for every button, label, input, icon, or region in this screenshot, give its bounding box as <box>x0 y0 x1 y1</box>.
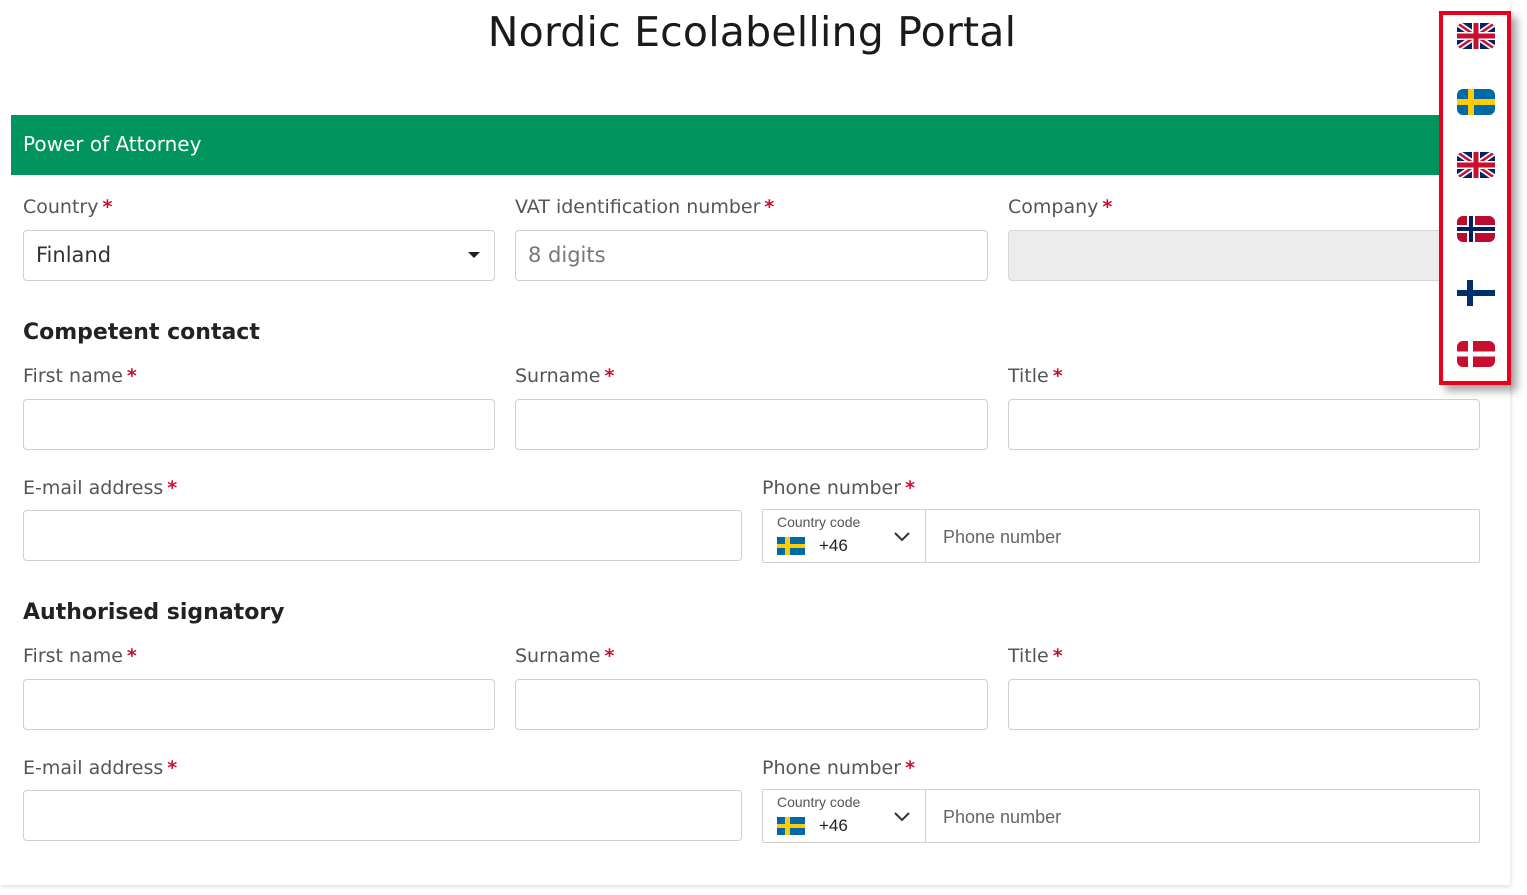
as-email-label: E-mail address * <box>23 757 178 779</box>
country-code-value: +46 <box>819 816 848 835</box>
uk-flag-icon <box>1457 23 1495 49</box>
cc-title-label: Title * <box>1008 365 1063 387</box>
language-finnish-button[interactable] <box>1457 280 1495 306</box>
competent-contact-heading: Competent contact <box>23 320 260 345</box>
as-title-label: Title * <box>1008 645 1063 667</box>
cc-phone-label: Phone number * <box>762 477 915 499</box>
country-select-value: Finland <box>36 243 112 267</box>
cc-email-label: E-mail address * <box>23 477 178 499</box>
as-surname-input[interactable] <box>515 679 988 730</box>
cc-first-name-label: First name * <box>23 365 137 387</box>
country-select[interactable]: Finland <box>23 230 495 281</box>
chevron-down-icon <box>894 812 910 822</box>
as-first-name-input[interactable] <box>23 679 495 730</box>
cc-phone-input[interactable]: Phone number <box>943 527 1061 548</box>
page-title: Nordic Ecolabelling Portal <box>487 8 1017 56</box>
as-title-input[interactable] <box>1008 679 1480 730</box>
as-surname-label: Surname * <box>515 645 615 667</box>
language-english-button-2[interactable] <box>1457 152 1495 178</box>
country-code-label: Country code <box>777 794 861 810</box>
sweden-flag-icon <box>777 817 805 835</box>
cc-first-name-input[interactable] <box>23 399 495 450</box>
country-label: Country * <box>23 196 113 218</box>
norway-flag-icon <box>1457 216 1495 242</box>
country-code-value: +46 <box>819 536 848 555</box>
cc-surname-input[interactable] <box>515 399 988 450</box>
cc-country-code-select[interactable]: Country code +46 <box>763 510 926 562</box>
cc-surname-label: Surname * <box>515 365 615 387</box>
country-code-label: Country code <box>777 514 861 530</box>
as-phone-field: Country code +46 Phone number <box>762 789 1480 843</box>
vat-placeholder: 8 digits <box>528 243 606 267</box>
as-email-input[interactable] <box>23 790 742 841</box>
finland-flag-icon <box>1457 280 1495 306</box>
uk-flag-icon <box>1457 152 1495 178</box>
vat-input[interactable]: 8 digits <box>515 230 988 281</box>
company-input[interactable] <box>1008 230 1480 281</box>
section-title: Power of Attorney <box>23 132 202 156</box>
vat-label: VAT identification number * <box>515 196 775 218</box>
authorised-signatory-heading: Authorised signatory <box>23 600 285 625</box>
as-phone-label: Phone number * <box>762 757 915 779</box>
language-danish-button[interactable] <box>1457 341 1495 367</box>
cc-email-input[interactable] <box>23 510 742 561</box>
section-header: Power of Attorney <box>11 115 1491 175</box>
language-norwegian-button[interactable] <box>1457 216 1495 242</box>
caret-down-icon <box>468 252 480 258</box>
as-country-code-select[interactable]: Country code +46 <box>763 790 926 842</box>
language-swedish-button[interactable] <box>1457 89 1495 115</box>
cc-title-input[interactable] <box>1008 399 1480 450</box>
denmark-flag-icon <box>1457 341 1495 367</box>
as-phone-input[interactable]: Phone number <box>943 807 1061 828</box>
cc-phone-field: Country code +46 Phone number <box>762 509 1480 563</box>
sweden-flag-icon <box>777 537 805 555</box>
chevron-down-icon <box>894 532 910 542</box>
language-english-button[interactable] <box>1457 23 1495 49</box>
as-first-name-label: First name * <box>23 645 137 667</box>
language-selector <box>1439 11 1511 385</box>
sweden-flag-icon <box>1457 89 1495 115</box>
company-label: Company * <box>1008 196 1113 218</box>
